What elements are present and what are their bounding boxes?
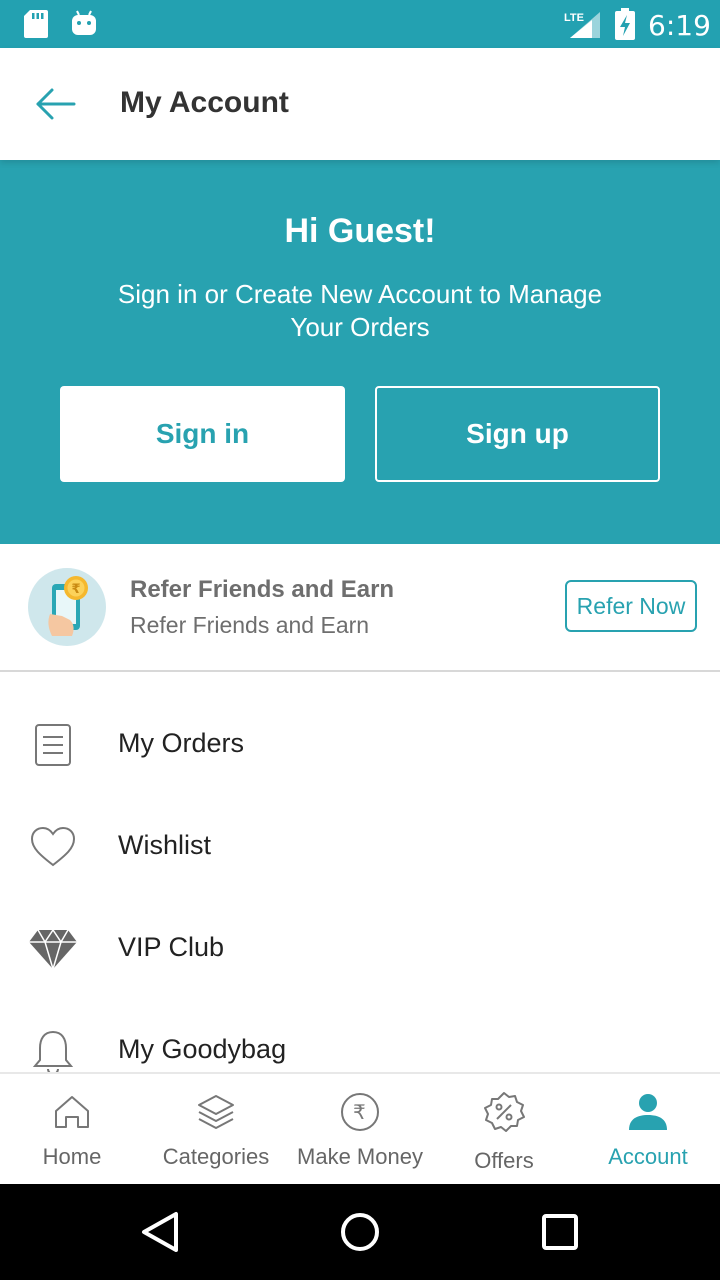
sd-card-icon	[24, 10, 48, 38]
nav-item-make-money[interactable]: ₹ Make Money	[288, 1074, 432, 1186]
greeting-heading: Hi Guest!	[284, 212, 436, 250]
menu-item-label: Wishlist	[118, 830, 211, 860]
layers-icon	[194, 1090, 238, 1134]
app-bar: My Account	[0, 48, 720, 160]
diamond-icon	[28, 924, 78, 974]
page-title: My Account	[120, 86, 289, 119]
nav-label: Make Money	[297, 1144, 423, 1169]
nav-label: Account	[608, 1144, 688, 1169]
svg-text:₹: ₹	[72, 582, 81, 597]
greeting-subtitle: Sign in or Create New Account to Manage …	[117, 279, 603, 342]
nav-item-account[interactable]: Account	[576, 1074, 720, 1186]
recents-square-icon[interactable]	[536, 1208, 584, 1256]
nav-label: Home	[42, 1144, 102, 1169]
heart-icon	[28, 822, 78, 872]
phone-rupee-icon: ₹	[28, 568, 106, 646]
menu-item-my-orders[interactable]: My Orders	[0, 694, 720, 796]
signal-icon: LTE	[564, 12, 600, 38]
percent-badge-icon	[482, 1090, 526, 1134]
menu-item-label: My Goodybag	[118, 1034, 287, 1064]
nav-label: Offers	[474, 1148, 534, 1173]
refer-title: Refer Friends and Earn	[130, 576, 395, 603]
refer-banner: ₹ Refer Friends and Earn Refer Friends a…	[0, 544, 720, 672]
battery-charging-icon	[615, 8, 635, 40]
back-triangle-icon[interactable]	[136, 1208, 184, 1256]
menu-item-vip-club[interactable]: VIP Club	[0, 898, 720, 1000]
clock: 6:19	[648, 9, 711, 42]
sign-up-button[interactable]: Sign up	[375, 386, 660, 482]
nav-item-offers[interactable]: Offers	[432, 1074, 576, 1186]
arrow-left-icon[interactable]	[34, 84, 78, 124]
rupee-icon: ₹	[338, 1090, 382, 1134]
nav-item-categories[interactable]: Categories	[144, 1074, 288, 1186]
nav-label: Categories	[162, 1144, 270, 1169]
nav-item-home[interactable]: Home	[0, 1074, 144, 1186]
refer-now-button[interactable]: Refer Now	[565, 580, 697, 632]
android-icon	[72, 10, 96, 35]
menu-item-label: My Orders	[118, 728, 245, 758]
refer-subtitle: Refer Friends and Earn	[130, 612, 370, 638]
menu-item-wishlist[interactable]: Wishlist	[0, 796, 720, 898]
svg-text:₹: ₹	[353, 1100, 366, 1124]
network-label: LTE	[564, 12, 584, 24]
guest-banner: Hi Guest! Sign in or Create New Account …	[0, 160, 720, 544]
person-icon	[626, 1090, 670, 1134]
home-icon	[50, 1090, 94, 1134]
bottom-nav: Home Categories ₹ Make Money Offers Acco…	[0, 1072, 720, 1184]
menu-item-label: VIP Club	[118, 932, 225, 962]
sign-in-button[interactable]: Sign in	[60, 386, 345, 482]
bell-icon	[28, 1026, 78, 1076]
status-bar: LTE 6:19	[0, 0, 720, 48]
orders-list-icon	[28, 720, 78, 770]
system-nav-bar	[0, 1184, 720, 1280]
home-circle-icon[interactable]	[336, 1208, 384, 1256]
